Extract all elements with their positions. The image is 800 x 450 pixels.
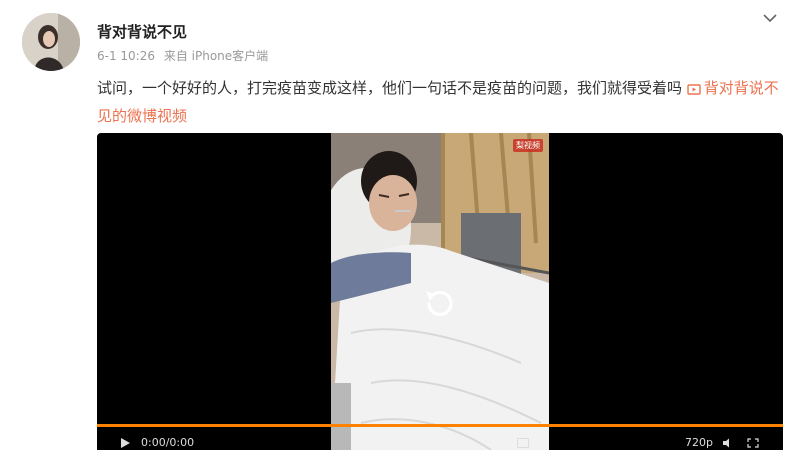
replay-icon[interactable] (417, 281, 463, 327)
author-name[interactable]: 背对背说不见 (97, 21, 187, 42)
post-body: 试问，一个好好的人，打完疫苗变成这样，他们一句话不是疫苗的问题，我们就得受着吗 (97, 79, 683, 97)
avatar-image (22, 13, 80, 71)
progress-bar[interactable] (97, 424, 783, 427)
video-watermark: 梨视频 (513, 139, 543, 152)
duration-time: 0:00 (169, 436, 195, 449)
player-controls: 0:00/0:00 720p (97, 433, 783, 450)
avatar[interactable] (22, 13, 80, 71)
post-text: 试问，一个好好的人，打完疫苗变成这样，他们一句话不是疫苗的问题，我们就得受着吗 … (97, 75, 787, 129)
play-icon[interactable] (119, 437, 131, 449)
fullscreen-icon[interactable] (747, 438, 759, 448)
danmaku-icon[interactable] (517, 438, 529, 448)
chevron-down-icon[interactable] (760, 9, 780, 27)
time-display: 0:00/0:00 (141, 436, 194, 449)
video-icon (687, 77, 701, 103)
progress-fill (97, 424, 783, 427)
post-meta: 6-1 10:26 来自 iPhone客户端 (97, 47, 273, 64)
volume-icon[interactable] (722, 438, 734, 448)
video-player[interactable]: 梨视频 0:00/0:00 720p (97, 133, 783, 450)
post-source: 来自 iPhone客户端 (163, 49, 269, 63)
elapsed-time: 0:00 (141, 436, 166, 449)
quality-selector[interactable]: 720p (685, 436, 713, 449)
post-date[interactable]: 6-1 10:26 (97, 49, 155, 63)
weibo-post: 背对背说不见 6-1 10:26 来自 iPhone客户端 试问，一个好好的人，… (0, 0, 800, 450)
